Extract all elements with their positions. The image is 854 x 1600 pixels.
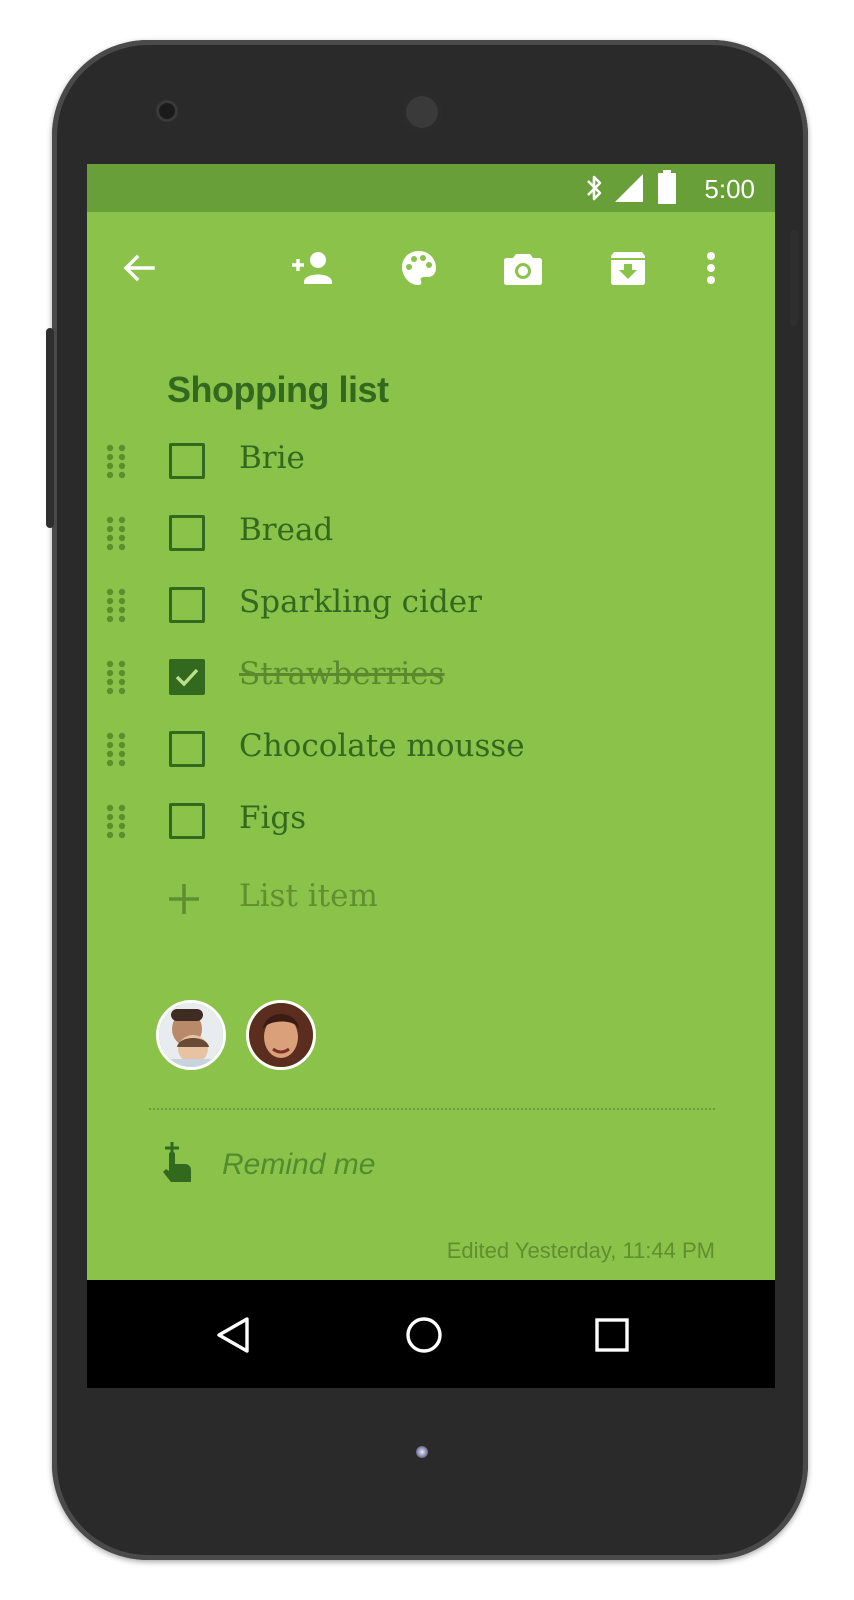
color-button[interactable]	[395, 244, 443, 292]
add-list-item-row[interactable]: List item	[87, 864, 775, 936]
item-checkbox-checked[interactable]	[169, 659, 205, 695]
bluetooth-icon	[587, 175, 602, 201]
list-item: Bread	[87, 498, 775, 570]
note-title[interactable]: Shopping list	[167, 369, 389, 411]
avatar-photo-2	[249, 1003, 313, 1067]
avatar[interactable]	[246, 1000, 316, 1070]
back-triangle-icon[interactable]	[215, 1316, 251, 1354]
power-button	[790, 230, 798, 326]
more-vert-icon	[707, 252, 715, 284]
list-item: Brie	[87, 426, 775, 498]
drag-handle-icon[interactable]	[105, 443, 127, 479]
recents-square-icon[interactable]	[594, 1317, 630, 1353]
add-collaborator-icon	[292, 252, 332, 284]
item-text[interactable]: Bread	[239, 512, 333, 548]
remind-me-label: Remind me	[222, 1148, 376, 1181]
battery-icon	[658, 170, 676, 204]
back-arrow-icon	[123, 254, 155, 282]
camera-button[interactable]	[499, 244, 547, 292]
item-checkbox[interactable]	[169, 443, 205, 479]
drag-handle-icon[interactable]	[105, 803, 127, 839]
signal-icon	[615, 174, 643, 202]
item-text[interactable]: Figs	[239, 800, 306, 836]
status-bar: 5:00	[87, 164, 775, 212]
add-item-placeholder: List item	[239, 878, 378, 914]
screen: 5:00 Shopping list Brie Bread Sparkling …	[87, 164, 775, 1388]
item-checkbox[interactable]	[169, 515, 205, 551]
drag-handle-icon[interactable]	[105, 587, 127, 623]
navigation-bar	[87, 1280, 775, 1388]
status-time: 5:00	[704, 174, 755, 204]
notification-led	[416, 1446, 428, 1458]
item-text-completed[interactable]: Strawberries	[239, 656, 445, 692]
remind-me-row[interactable]: Remind me	[87, 1134, 775, 1204]
item-checkbox[interactable]	[169, 803, 205, 839]
drag-handle-icon[interactable]	[105, 515, 127, 551]
home-circle-icon[interactable]	[405, 1316, 443, 1354]
more-options-button[interactable]	[687, 244, 735, 292]
item-text[interactable]: Chocolate mousse	[239, 728, 525, 764]
camera-icon	[504, 254, 542, 285]
dotted-divider	[149, 1108, 715, 1110]
list-item: Sparkling cider	[87, 570, 775, 642]
list-item: Figs	[87, 786, 775, 858]
list-item: Strawberries	[87, 642, 775, 714]
drag-handle-icon[interactable]	[105, 731, 127, 767]
item-checkbox[interactable]	[169, 731, 205, 767]
volume-button	[46, 328, 54, 528]
check-icon	[175, 668, 199, 687]
earpiece-speaker	[402, 92, 442, 132]
plus-icon	[169, 884, 199, 914]
item-checkbox[interactable]	[169, 587, 205, 623]
item-text[interactable]: Sparkling cider	[239, 584, 482, 620]
list-item: Chocolate mousse	[87, 714, 775, 786]
avatar[interactable]	[156, 1000, 226, 1070]
archive-button[interactable]	[604, 244, 652, 292]
add-collaborator-button[interactable]	[289, 244, 337, 292]
avatar-photo-1	[159, 1003, 223, 1067]
front-camera	[156, 100, 178, 122]
item-text[interactable]: Brie	[239, 440, 305, 476]
back-button[interactable]	[115, 244, 163, 292]
edited-timestamp: Edited Yesterday, 11:44 PM	[446, 1238, 715, 1263]
archive-icon	[611, 252, 645, 285]
palette-icon	[402, 251, 436, 285]
reminder-finger-icon	[163, 1142, 191, 1182]
drag-handle-icon[interactable]	[105, 659, 127, 695]
